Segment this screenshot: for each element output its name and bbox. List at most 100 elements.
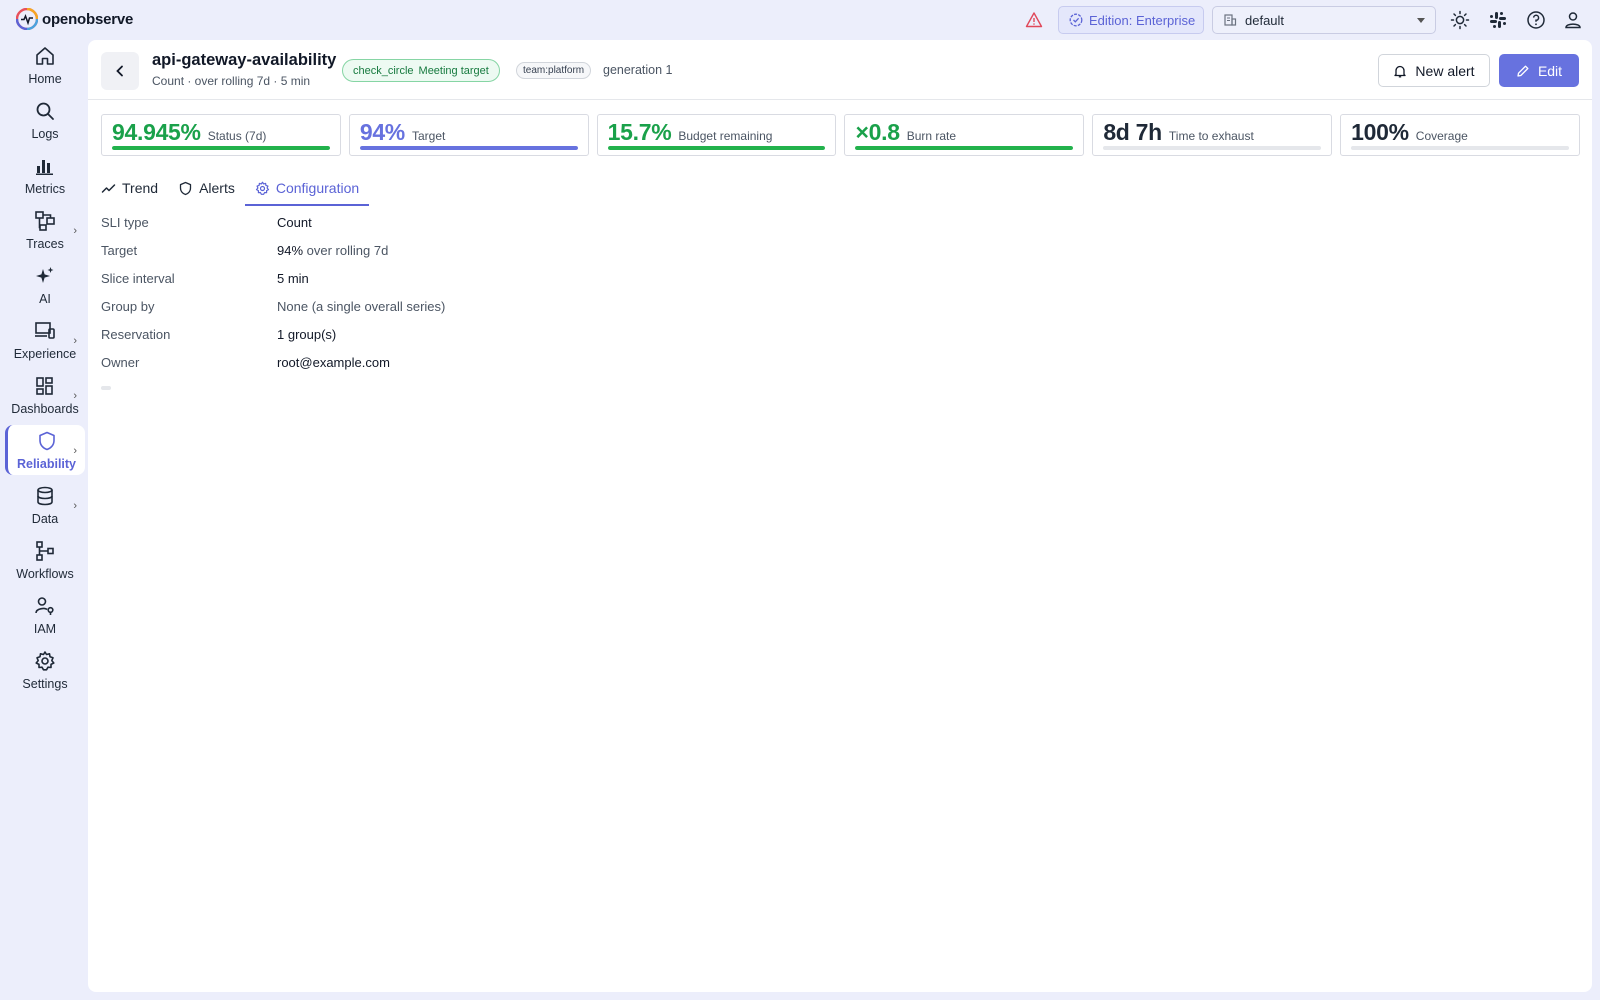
sidebar-item-label: Dashboards xyxy=(11,401,79,416)
gear-icon xyxy=(35,650,55,671)
config-value: None (a single overall series) xyxy=(277,298,446,314)
config-value: 94% xyxy=(277,242,304,258)
stat-label: Time to exhaust xyxy=(1168,129,1254,143)
status-badge: check_circle Meeting target xyxy=(342,59,500,82)
new-alert-button[interactable]: New alert xyxy=(1378,54,1490,87)
sidebar-item-settings[interactable]: Settings xyxy=(5,645,85,695)
sidebar-item-experience[interactable]: Experience › xyxy=(5,315,85,365)
warning-icon[interactable] xyxy=(1025,11,1043,29)
stat-progress-bar xyxy=(1351,146,1569,150)
tab-trend[interactable]: Trend xyxy=(101,170,168,206)
status-text: Meeting target xyxy=(418,64,489,77)
config-row-owner: Owner root@example.com xyxy=(101,348,445,376)
edit-label: Edit xyxy=(1537,62,1563,79)
config-row-group-by: Group by None (a single overall series) xyxy=(101,292,445,320)
home-icon xyxy=(36,46,54,65)
stat-value: 15.7% xyxy=(607,119,672,145)
pencil-icon xyxy=(1517,65,1529,77)
sidebar-item-label: Traces xyxy=(26,236,64,251)
shield-icon xyxy=(179,181,192,195)
edit-button[interactable]: Edit xyxy=(1499,54,1579,87)
sidebar-item-label: Settings xyxy=(22,676,68,691)
slo-header: api-gateway-availability Count · over ro… xyxy=(88,40,1592,100)
config-value-group: 94% over rolling 7d xyxy=(277,243,388,258)
config-value: 1 group(s) xyxy=(277,326,337,342)
detail-tabs: Trend Alerts Configuration xyxy=(101,170,370,206)
tab-label: Trend xyxy=(122,180,159,196)
brand-logo[interactable]: openobserve xyxy=(16,8,133,30)
chevron-right-icon: › xyxy=(73,445,77,457)
stat-card-burn-rate: ×0.8 Burn rate xyxy=(844,114,1085,156)
sidebar-item-label: Logs xyxy=(31,126,59,141)
placeholder-pill xyxy=(101,386,111,390)
config-label: Owner xyxy=(101,354,140,370)
sidebar-item-logs[interactable]: Logs xyxy=(5,95,85,145)
sparkle-icon xyxy=(36,266,54,283)
stat-progress-fill xyxy=(855,146,1074,150)
help-icon[interactable] xyxy=(1526,10,1546,30)
sidebar-item-workflows[interactable]: Workflows xyxy=(5,535,85,585)
sidebar-item-metrics[interactable]: Metrics xyxy=(5,150,85,200)
tab-label: Configuration xyxy=(275,180,360,196)
team-tag: team:platform xyxy=(516,62,592,79)
organization-select[interactable]: default xyxy=(1212,6,1436,34)
config-label: Reservation xyxy=(101,326,171,342)
stat-progress-bar xyxy=(1103,146,1322,150)
config-label: Group by xyxy=(101,298,155,314)
tab-alerts[interactable]: Alerts xyxy=(168,170,245,206)
user-key-icon xyxy=(35,596,54,615)
user-profile-icon[interactable] xyxy=(1563,10,1583,30)
configuration-list: SLI type Count Target 94% over rolling 7… xyxy=(101,208,445,376)
top-bar: openobserve Edition: Enterprise default xyxy=(0,0,1600,40)
chevron-right-icon: › xyxy=(73,225,77,237)
config-row-slice-interval: Slice interval 5 min xyxy=(101,264,445,292)
traces-icon xyxy=(35,210,55,231)
dashboard-icon xyxy=(36,376,53,395)
devices-icon xyxy=(35,321,55,339)
sidebar-item-ai[interactable]: AI xyxy=(5,260,85,310)
stat-cards: 94.945% Status (7d) 94% Target 15.7% Budget… xyxy=(101,114,1580,156)
sidebar-item-dashboards[interactable]: Dashboards › xyxy=(5,370,85,420)
stat-label: Status (7d) xyxy=(207,129,267,143)
config-row-sli-type: SLI type Count xyxy=(101,208,445,236)
new-alert-label: New alert xyxy=(1415,62,1475,79)
stat-value: 100% xyxy=(1351,119,1409,145)
sidebar-item-traces[interactable]: Traces › xyxy=(5,205,85,255)
sidebar-item-reliability[interactable]: Reliability › xyxy=(5,425,85,475)
workflow-icon xyxy=(36,540,54,561)
sidebar-item-iam[interactable]: IAM xyxy=(5,590,85,640)
generation-label: generation 1 xyxy=(603,63,673,77)
stat-value: 94% xyxy=(359,119,405,145)
edition-label: Edition: Enterprise xyxy=(1089,12,1196,28)
chevron-right-icon: › xyxy=(73,500,77,512)
stat-card-coverage: 100% Coverage xyxy=(1340,114,1580,156)
config-label: Target xyxy=(101,242,138,258)
config-value: 5 min xyxy=(277,270,309,286)
chevron-down-icon xyxy=(1417,18,1425,23)
sidebar-item-label: IAM xyxy=(33,621,57,636)
stat-progress-bar xyxy=(607,146,826,150)
stat-card-status: 94.945% Status (7d) xyxy=(101,114,341,156)
main-panel: api-gateway-availability Count · over ro… xyxy=(88,40,1592,992)
config-row-reservation: Reservation 1 group(s) xyxy=(101,320,445,348)
database-icon xyxy=(37,486,53,505)
config-value: Count xyxy=(277,214,312,230)
building-icon xyxy=(1224,14,1237,26)
edition-button[interactable]: Edition: Enterprise xyxy=(1058,6,1204,34)
stat-value: 94.945% xyxy=(112,119,201,145)
sidebar-item-label: Experience xyxy=(13,346,77,361)
page-subtitle: Count · over rolling 7d · 5 min xyxy=(152,74,311,88)
theme-toggle-sun-icon[interactable] xyxy=(1450,10,1470,30)
stat-value: 8d 7h xyxy=(1103,119,1162,145)
search-icon xyxy=(36,102,54,120)
bar-chart-icon xyxy=(36,159,53,175)
slack-icon[interactable] xyxy=(1488,10,1508,30)
sidebar-item-data[interactable]: Data › xyxy=(5,480,85,530)
sidebar-item-home[interactable]: Home xyxy=(5,40,85,90)
tab-configuration[interactable]: Configuration xyxy=(244,170,370,206)
stat-label: Coverage xyxy=(1415,129,1468,143)
gear-icon xyxy=(255,181,269,195)
config-label: Slice interval xyxy=(101,270,175,286)
back-button[interactable] xyxy=(101,52,139,90)
chevron-right-icon: › xyxy=(73,390,77,402)
